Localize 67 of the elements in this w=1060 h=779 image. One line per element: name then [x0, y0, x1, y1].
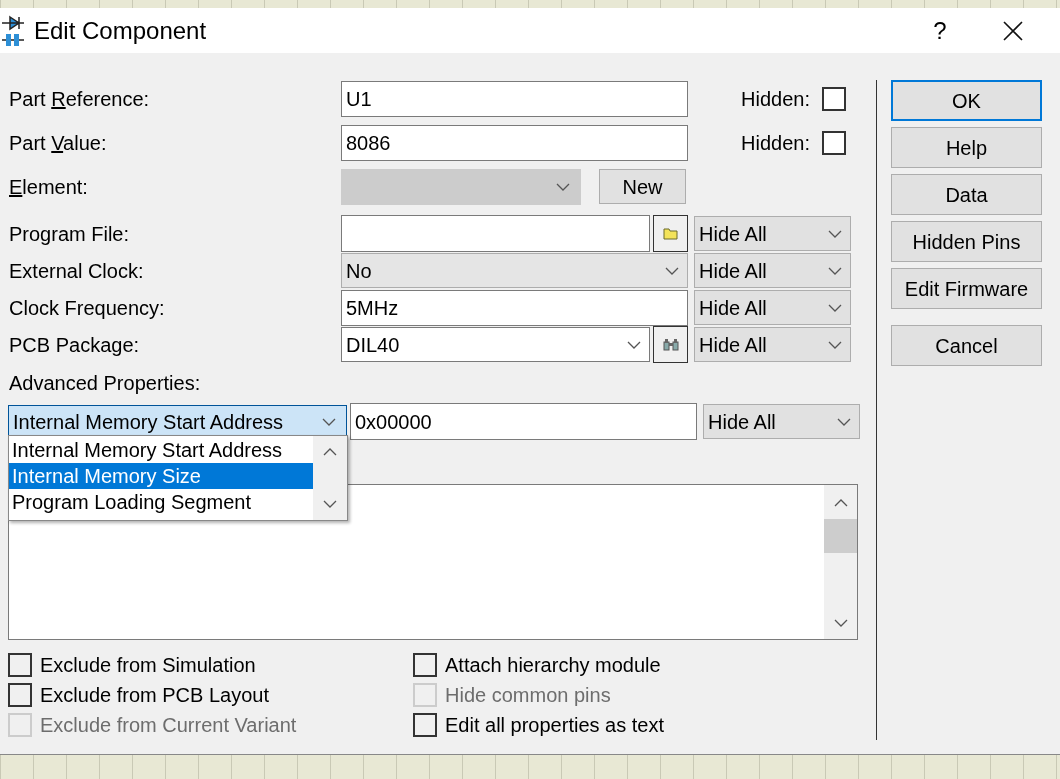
visibility-dropdown[interactable]: Hide All — [694, 253, 851, 288]
property-option[interactable]: Internal Memory Start Address — [9, 437, 313, 463]
checkbox-label: Exclude from Current Variant — [40, 713, 297, 738]
checkbox[interactable] — [8, 683, 32, 707]
dialog-button[interactable]: Data — [891, 174, 1042, 215]
window-title: Edit Component — [34, 15, 207, 46]
package-combo[interactable]: DIL40 — [341, 327, 650, 362]
field-label: Clock Frequency: — [8, 295, 166, 321]
hidden-label: Hidden: — [741, 86, 810, 112]
hidden-label: Hidden: — [741, 130, 810, 156]
checkbox-label: Hide common pins — [445, 683, 611, 708]
browse-button[interactable] — [653, 215, 688, 252]
chevron-down-icon — [322, 417, 336, 426]
visibility-dropdown[interactable]: Hide All — [694, 216, 851, 251]
property-option[interactable]: Internal Memory Size — [9, 463, 313, 489]
checkbox[interactable] — [413, 713, 437, 737]
hidden-checkbox[interactable] — [821, 130, 846, 155]
chevron-down-icon — [627, 340, 641, 349]
scrollbar[interactable] — [824, 485, 857, 639]
chevron-down-icon — [556, 182, 570, 191]
hidden-checkbox[interactable] — [821, 86, 846, 111]
property-value-field[interactable]: 0x00000 — [350, 403, 697, 440]
scroll-down-icon — [323, 500, 337, 508]
chevron-down-icon — [665, 266, 679, 275]
dialog-button[interactable]: Edit Firmware — [891, 268, 1042, 309]
chevron-down-icon — [828, 229, 842, 238]
checkbox[interactable] — [413, 653, 437, 677]
chevron-down-icon — [837, 417, 851, 426]
dialog-button[interactable]: Cancel — [891, 325, 1042, 366]
field-label: Part Value: — [8, 130, 108, 156]
property-option[interactable]: Program Loading Segment — [9, 489, 313, 515]
visibility-dropdown[interactable]: Hide All — [703, 404, 860, 439]
checkbox-label: Edit all properties as text — [445, 713, 664, 738]
checkbox-label: Attach hierarchy module — [445, 653, 661, 678]
scroll-up-icon — [833, 499, 848, 507]
scrollbar-thumb[interactable] — [824, 519, 857, 553]
section-label: Advanced Properties: — [9, 371, 201, 396]
search-package-button[interactable] — [653, 326, 688, 363]
field-label: Element: — [8, 174, 89, 200]
field-label: Program File: — [8, 221, 131, 247]
text-field[interactable]: 8086 — [341, 124, 688, 161]
chevron-down-icon — [828, 303, 842, 312]
dialog-button[interactable]: OK — [891, 80, 1042, 121]
checkbox-label: Exclude from Simulation — [40, 653, 256, 678]
field-label: External Clock: — [8, 258, 145, 284]
chevron-down-icon — [828, 340, 842, 349]
list-scrollbar[interactable] — [313, 436, 347, 520]
file-field[interactable] — [341, 215, 650, 252]
scroll-down-icon — [833, 619, 848, 627]
folder-icon — [663, 227, 678, 240]
visibility-dropdown[interactable]: Hide All — [694, 290, 851, 325]
dialog-button[interactable]: Hidden Pins — [891, 221, 1042, 262]
component-icon — [2, 14, 26, 47]
text-field[interactable]: U1 — [341, 80, 688, 117]
chevron-down-icon — [828, 266, 842, 275]
clock-dropdown[interactable]: No — [341, 253, 688, 288]
dialog-button[interactable]: Help — [891, 127, 1042, 168]
checkbox-label: Exclude from PCB Layout — [40, 683, 269, 708]
field-label: Part Reference: — [8, 86, 151, 112]
help-title-button[interactable]: ? — [910, 8, 970, 53]
visibility-dropdown[interactable]: Hide All — [694, 327, 851, 362]
field-label: PCB Package: — [8, 332, 141, 358]
scroll-up-icon — [323, 448, 337, 456]
binoculars-icon — [662, 338, 679, 351]
close-icon — [1003, 20, 1023, 41]
text-field[interactable]: 5MHz — [341, 289, 688, 326]
checkbox[interactable] — [8, 653, 32, 677]
